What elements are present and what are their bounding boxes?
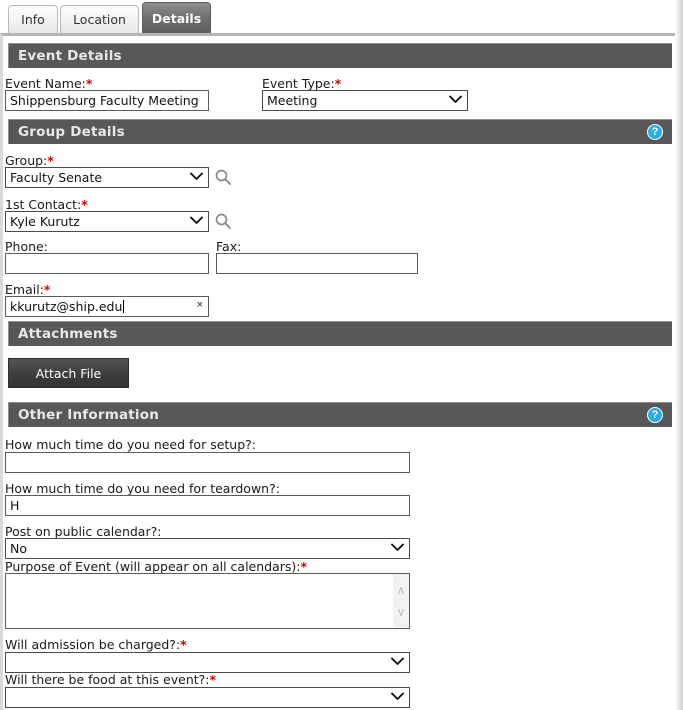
public-calendar-select[interactable]: No (5, 538, 410, 559)
section-title-group-details: Group Details (18, 124, 125, 140)
section-header-group-details: Group Details ? (8, 119, 672, 144)
scroll-up-arrow-icon[interactable]: ∧ (397, 584, 406, 596)
group-select[interactable]: Faculty Senate (5, 167, 209, 188)
label-teardown-time-text: How much time do you need for teardown?: (5, 481, 280, 496)
tab-details-label: Details (151, 10, 202, 26)
tab-location[interactable]: Location (60, 5, 139, 33)
phone-input[interactable] (5, 253, 209, 274)
group-value: Faculty Senate (10, 170, 103, 185)
required-marker: * (81, 197, 88, 212)
label-phone-text: Phone: (5, 239, 48, 254)
label-setup-time: How much time do you need for setup?: (5, 437, 256, 452)
email-value: kkurutz@ship.edu (10, 299, 123, 314)
label-setup-time-text: How much time do you need for setup?: (5, 437, 257, 452)
scroll-down-arrow-icon[interactable]: ∨ (397, 606, 406, 618)
purpose-textarea-scrollbar[interactable]: ∧ ∨ (393, 574, 409, 628)
tab-location-label: Location (73, 12, 126, 27)
section-title-attachments: Attachments (18, 326, 118, 342)
help-question-icon-group-details[interactable]: ? (647, 124, 663, 140)
label-group-text: Group: (5, 153, 48, 168)
label-email-text: Email: (5, 282, 44, 297)
attach-file-label: Attach File (35, 365, 102, 381)
label-teardown-time: How much time do you need for teardown?: (5, 481, 280, 496)
event-details-form-page: Info Location Details Event Details Even… (0, 0, 683, 710)
label-purpose-text: Purpose of Event (will appear on all cal… (5, 559, 301, 574)
setup-time-input[interactable] (5, 452, 410, 473)
section-title-other-information: Other Information (18, 407, 160, 423)
chevron-down-icon (449, 91, 462, 110)
section-header-attachments: Attachments (8, 321, 672, 346)
teardown-time-input[interactable] (5, 495, 410, 516)
required-marker: * (334, 76, 342, 91)
tab-bar: Info Location Details (0, 0, 683, 33)
chevron-down-icon (391, 539, 404, 558)
label-phone: Phone: (5, 239, 48, 254)
attach-file-button[interactable]: Attach File (8, 358, 129, 388)
label-fax-text: Fax: (216, 239, 242, 254)
contact1-select[interactable]: Kyle Kurutz (5, 211, 209, 232)
label-food-at-event: Will there be food at this event?:* (5, 672, 216, 687)
section-title-event-details: Event Details (18, 48, 122, 64)
admission-charged-select[interactable] (5, 652, 410, 673)
required-marker: * (180, 637, 187, 652)
label-public-calendar: Post on public calendar?: (5, 524, 161, 539)
label-public-calendar-text: Post on public calendar?: (5, 524, 162, 539)
label-event-type-text: Event Type: (262, 76, 335, 91)
public-calendar-value: No (10, 541, 27, 556)
food-at-event-select[interactable] (5, 687, 410, 708)
label-contact1: 1st Contact:* (5, 197, 88, 212)
label-admission-charged: Will admission be charged?:* (5, 637, 187, 652)
label-contact1-text: 1st Contact: (5, 197, 82, 212)
chevron-down-icon (391, 653, 404, 672)
required-marker: * (43, 282, 51, 297)
label-event-name: Event Name:* (5, 76, 92, 91)
label-event-name-text: Event Name: (5, 76, 86, 91)
label-fax: Fax: (216, 239, 241, 254)
event-type-value: Meeting (267, 93, 318, 108)
tab-info[interactable]: Info (8, 5, 58, 33)
label-event-type: Event Type:* (262, 76, 341, 91)
required-marker: * (300, 559, 308, 574)
section-header-other-information: Other Information ? (8, 402, 672, 427)
email-field-wrapper[interactable]: kkurutz@ship.edu × (5, 296, 209, 317)
event-name-input[interactable] (5, 90, 209, 111)
fax-input[interactable] (216, 253, 418, 274)
chevron-down-icon (391, 688, 404, 707)
group-search-magnifier-icon[interactable] (214, 168, 232, 186)
required-marker: * (47, 153, 54, 168)
purpose-textarea[interactable] (6, 574, 393, 628)
contact1-value: Kyle Kurutz (10, 214, 80, 229)
label-purpose: Purpose of Event (will appear on all cal… (5, 559, 307, 574)
label-admission-charged-text: Will admission be charged?: (5, 637, 181, 652)
chevron-down-icon (190, 212, 203, 231)
section-header-event-details: Event Details (8, 43, 672, 68)
contact1-search-magnifier-icon[interactable] (214, 212, 232, 230)
required-marker: * (209, 672, 217, 687)
tab-info-label: Info (21, 12, 45, 27)
panel-right-rail (675, 0, 683, 710)
required-marker: * (85, 76, 93, 91)
label-group: Group:* (5, 153, 54, 168)
chevron-down-icon (190, 168, 203, 187)
tab-details[interactable]: Details (142, 2, 211, 33)
text-cursor (123, 300, 125, 313)
event-type-select[interactable]: Meeting (262, 90, 468, 111)
purpose-textarea-wrapper: ∧ ∨ (5, 573, 410, 629)
label-food-at-event-text: Will there be food at this event?: (5, 672, 210, 687)
help-question-icon-other-information[interactable]: ? (647, 407, 663, 423)
label-email: Email:* (5, 282, 50, 297)
clear-email-icon[interactable]: × (197, 299, 203, 311)
